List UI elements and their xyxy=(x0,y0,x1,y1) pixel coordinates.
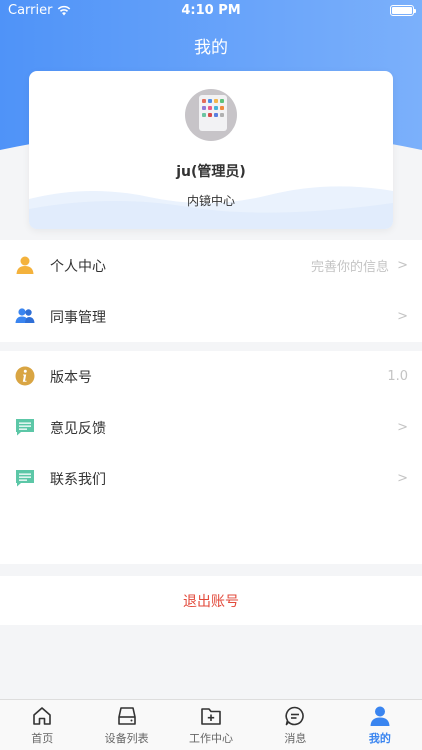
status-time: 4:10 PM xyxy=(181,3,241,18)
message-icon xyxy=(16,470,34,487)
tab-label: 设备列表 xyxy=(104,732,149,745)
group-icon xyxy=(15,308,35,323)
menu-item-colleague-management[interactable]: 同事管理 > xyxy=(0,291,422,342)
tab-mine[interactable]: 我的 xyxy=(338,700,422,750)
chevron-right-icon: > xyxy=(397,420,408,435)
logout-label: 退出账号 xyxy=(183,593,239,610)
menu-item-contact-us[interactable]: 联系我们 > xyxy=(0,453,422,504)
menu-item-label: 联系我们 xyxy=(50,471,106,488)
chevron-right-icon: > xyxy=(397,258,408,273)
message-icon xyxy=(16,419,34,436)
tab-messages[interactable]: 消息 xyxy=(253,700,337,750)
chevron-right-icon: > xyxy=(397,309,408,324)
device-icon xyxy=(117,707,136,725)
tab-label: 工作中心 xyxy=(189,732,234,745)
menu-item-label: 版本号 xyxy=(50,369,92,386)
menu-item-value: 完善你的信息 xyxy=(310,260,389,275)
menu-item-label: 同事管理 xyxy=(50,309,106,326)
menu-item-feedback[interactable]: 意见反馈 > xyxy=(0,402,422,453)
logout-button[interactable]: 退出账号 xyxy=(0,576,422,625)
battery-icon xyxy=(390,5,416,16)
tab-device-list[interactable]: 设备列表 xyxy=(84,700,168,750)
tab-label: 首页 xyxy=(31,732,54,745)
avatar[interactable] xyxy=(185,89,237,141)
tab-label: 消息 xyxy=(284,732,307,745)
chevron-right-icon: > xyxy=(397,471,408,486)
menu-item-personal-center[interactable]: 个人中心 完善你的信息 > xyxy=(0,240,422,291)
menu-group-account: 个人中心 完善你的信息 > 同事管理 > xyxy=(0,240,422,342)
person-icon xyxy=(16,256,34,274)
user-organization: 内镜中心 xyxy=(186,194,235,208)
tab-home[interactable]: 首页 xyxy=(0,700,84,750)
home-icon xyxy=(33,707,52,725)
menu-group-about: 版本号 1.0 意见反馈 > 联系我们 > xyxy=(0,351,422,564)
info-icon xyxy=(15,366,35,386)
menu-item-label: 个人中心 xyxy=(50,258,106,275)
menu-item-version: 版本号 1.0 xyxy=(0,351,422,402)
tab-work-center[interactable]: 工作中心 xyxy=(169,700,253,750)
menu-item-label: 意见反馈 xyxy=(50,420,106,437)
user-name: ju(管理员) xyxy=(176,164,246,180)
chat-icon xyxy=(285,706,305,726)
status-bar: Carrier 4:10 PM xyxy=(0,0,422,22)
profile-icon xyxy=(370,706,390,726)
page-title: 我的 xyxy=(194,38,228,58)
tab-bar: 首页 设备列表 工作中心 消息 我的 xyxy=(0,699,422,750)
work-folder-icon xyxy=(201,708,221,725)
tab-label: 我的 xyxy=(368,732,391,745)
profile-card[interactable]: ju(管理员) 内镜中心 xyxy=(29,71,393,229)
version-value: 1.0 xyxy=(387,369,408,384)
